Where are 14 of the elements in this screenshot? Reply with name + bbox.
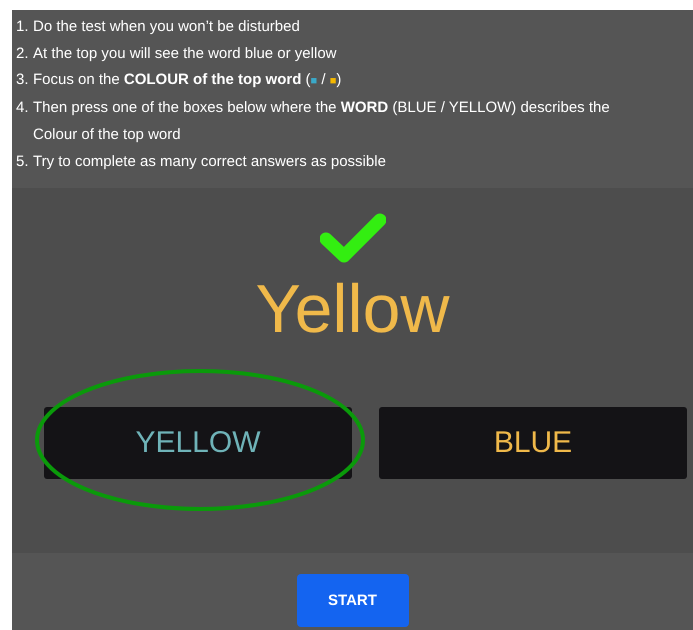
list-number: 2.: [16, 44, 30, 64]
list-number: 4.: [16, 98, 30, 118]
list-number: 5.: [16, 152, 30, 172]
list-number: 1.: [16, 17, 30, 37]
answer-button[interactable]: YELLOW: [44, 407, 352, 479]
answer-button[interactable]: BLUE: [379, 407, 687, 479]
start-button[interactable]: START: [296, 574, 408, 627]
instruction-text: Do the test when you won’t be disturbed: [33, 17, 301, 37]
instruction-text: Try to complete as many correct answers as possible: [33, 152, 387, 172]
list-number: 3.: [16, 70, 30, 90]
instruction-text: Focus on the COLOUR of the top word (■ / ■): [33, 70, 342, 90]
instruction-text: At the top you will see the word blue or yellow: [33, 44, 338, 64]
color-word: Yellow: [255, 270, 450, 349]
instruction-text: Then press one of the boxes below where the WORD (BLUE / YELLOW) describes the Colour of the top word: [33, 98, 611, 145]
